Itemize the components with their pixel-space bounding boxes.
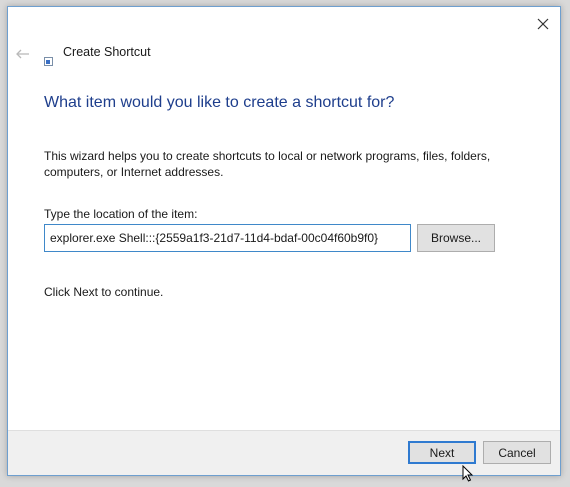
close-button[interactable] — [532, 13, 554, 35]
window-title: Create Shortcut — [63, 45, 151, 59]
location-label: Type the location of the item: — [44, 207, 198, 221]
location-input[interactable] — [44, 224, 411, 252]
back-button[interactable] — [15, 47, 31, 59]
page-heading: What item would you like to create a sho… — [44, 94, 395, 111]
next-button[interactable]: Next — [408, 441, 476, 464]
browse-button[interactable]: Browse... — [417, 224, 495, 252]
create-shortcut-dialog: Create Shortcut What item would you like… — [7, 6, 561, 476]
close-icon — [537, 18, 549, 30]
back-arrow-icon — [16, 49, 29, 59]
shortcut-icon — [44, 53, 53, 66]
intro-text: This wizard helps you to create shortcut… — [44, 149, 491, 179]
continue-text: Click Next to continue. — [44, 285, 164, 299]
dialog-footer: Next Cancel — [8, 430, 560, 475]
cancel-button[interactable]: Cancel — [483, 441, 551, 464]
